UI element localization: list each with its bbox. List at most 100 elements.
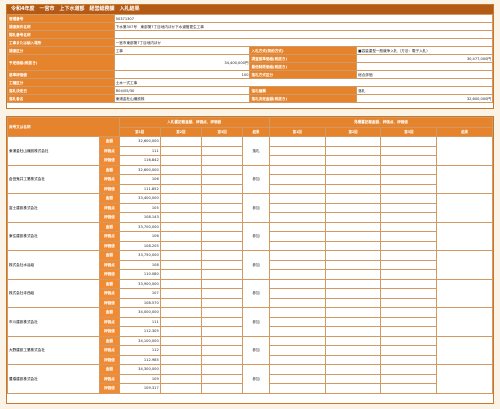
decision-flag-label: 落札種類 — [249, 86, 358, 95]
row-label-value: 評価値 — [99, 212, 120, 223]
bid-round1-score: 111 — [118, 145, 161, 156]
quote-empty-cell — [324, 259, 382, 270]
bid-result: 参加 — [242, 364, 270, 394]
row-label-amount: 金額 — [99, 164, 120, 175]
bid-empty-cell — [159, 288, 202, 299]
quote-empty-cell — [324, 250, 382, 261]
quote-empty-cell — [324, 269, 382, 280]
work-category-label: 工種区分 — [7, 78, 115, 87]
bid-result: 参加 — [242, 250, 270, 280]
quote-result — [436, 250, 493, 280]
quote-empty-cell — [268, 326, 326, 337]
quote-empty-cell — [268, 250, 326, 261]
bid-empty-cell — [159, 383, 202, 394]
method-label: 入札方式(契約方式) — [249, 46, 358, 55]
table-row: 富士建設株式会社 金額 33,400,000 参加 — [6, 193, 493, 223]
bid-round1-header: 第1回 — [118, 126, 161, 137]
company-header: 商号又は名称 — [7, 117, 120, 137]
quote-empty-cell — [380, 269, 438, 280]
quote-round1-header: 第1回 — [268, 126, 326, 137]
case-no-label: 開札番号名称 — [7, 30, 115, 39]
bid-round1-score: 109 — [118, 373, 161, 384]
quote-result — [436, 221, 493, 251]
bid-round1-value: 116.842 — [118, 155, 161, 166]
bid-round1-score: 106 — [118, 231, 161, 242]
case-no — [113, 30, 494, 39]
quote-empty-cell — [268, 212, 326, 223]
decision-date: R04/05/30 — [113, 86, 251, 95]
quote-empty-cell — [380, 145, 438, 156]
quote-empty-cell — [324, 193, 382, 204]
quote-empty-cell — [324, 364, 382, 375]
quote-empty-cell — [324, 354, 382, 365]
bid-round1-value: 112.305 — [118, 326, 161, 337]
place: 一宮市東部第7丁目地内ほか — [113, 38, 494, 47]
quote-empty-cell — [380, 364, 438, 375]
bid-empty-cell — [200, 373, 244, 384]
table-row: 株式会社寺西組 金額 33,900,000 参加 — [6, 278, 493, 308]
bid-round1-value: 112.985 — [118, 354, 161, 365]
min-price — [356, 62, 493, 71]
quote-empty-cell — [268, 269, 326, 280]
quote-empty-cell — [268, 231, 326, 242]
planned-price-label: 予定価格(税抜き) — [7, 54, 115, 71]
quote-empty-cell — [380, 250, 438, 261]
bid-round1-value: 108.570 — [118, 297, 161, 308]
quote-empty-cell — [324, 221, 382, 232]
bid-result: 参加 — [242, 164, 270, 194]
bid-empty-cell — [159, 278, 202, 289]
winning-amount: 32,600,000円 — [356, 94, 493, 103]
bid-empty-cell — [159, 345, 202, 356]
bid-empty-cell — [159, 155, 202, 166]
results-body: 東浦金杜山繊設株式会社 金額 32,600,000 落札 評価点 111 評価値 116.84… — [6, 136, 493, 394]
bid-empty-cell — [200, 297, 244, 308]
case-name-label: 調達案件名称 — [7, 22, 115, 31]
quote-empty-cell — [268, 345, 326, 356]
bid-empty-cell — [200, 354, 244, 365]
bid-round1-amount: 32,600,000 — [118, 164, 161, 175]
quote-empty-cell — [268, 373, 326, 384]
company-name: 富士建設株式会社 — [6, 193, 101, 223]
row-label-score: 評価点 — [99, 373, 120, 384]
quote-empty-cell — [380, 174, 438, 185]
bid-result: 参加 — [242, 278, 270, 308]
row-label-amount: 金額 — [99, 307, 120, 318]
bid-round1-amount: 34,100,000 — [118, 335, 161, 346]
quote-result — [436, 278, 493, 308]
bid-empty-cell — [200, 364, 244, 375]
table-row: 株式会社水谷組 金額 33,750,000 参加 — [6, 250, 493, 280]
bid-round1-score: 108 — [118, 259, 161, 270]
bid-round1-amount: 33,750,000 — [118, 250, 161, 261]
quote-empty-cell — [380, 164, 438, 175]
quote-empty-cell — [268, 136, 326, 147]
bid-empty-cell — [200, 240, 244, 251]
bid-empty-cell — [159, 269, 202, 280]
management-no: 50371307 — [113, 14, 494, 23]
quote-empty-cell — [324, 136, 382, 147]
bid-info-table: 管理番号 50371307 調達案件名称 下水第307号 東部第7丁目地内ほか下… — [7, 14, 494, 103]
row-label-amount: 金額 — [99, 136, 120, 147]
quote-result — [436, 136, 493, 166]
row-label-amount: 金額 — [99, 221, 120, 232]
quote-empty-cell — [324, 240, 382, 251]
quote-empty-cell — [324, 183, 382, 194]
quote-empty-cell — [268, 202, 326, 213]
row-label-value: 評価値 — [99, 326, 120, 337]
quote-empty-cell — [268, 259, 326, 270]
row-label-score: 評価点 — [99, 316, 120, 327]
row-label-score: 評価点 — [99, 259, 120, 270]
bid-round1-amount: 33,400,000 — [118, 193, 161, 204]
quote-empty-cell — [268, 335, 326, 346]
row-label-score: 評価点 — [99, 288, 120, 299]
bid-empty-cell — [159, 364, 202, 375]
quote-result-header: 結果 — [436, 126, 493, 137]
quote-empty-cell — [380, 221, 438, 232]
quote-empty-cell — [268, 240, 326, 251]
quote-header: 見積書記載金額、評価点、評価値 — [268, 117, 494, 128]
company-name: 東住建設株式会社 — [6, 221, 101, 251]
base-price-label: 調査基準価格(税抜き) — [249, 54, 358, 63]
table-row: 市川建設株式会社 金額 34,000,000 参加 — [6, 307, 493, 337]
quote-empty-cell — [380, 307, 438, 318]
bid-round1-amount: 33,700,000 — [118, 221, 161, 232]
case-name: 下水第307号 東部第7丁目地内ほか下水道管更生工事 — [113, 22, 494, 31]
